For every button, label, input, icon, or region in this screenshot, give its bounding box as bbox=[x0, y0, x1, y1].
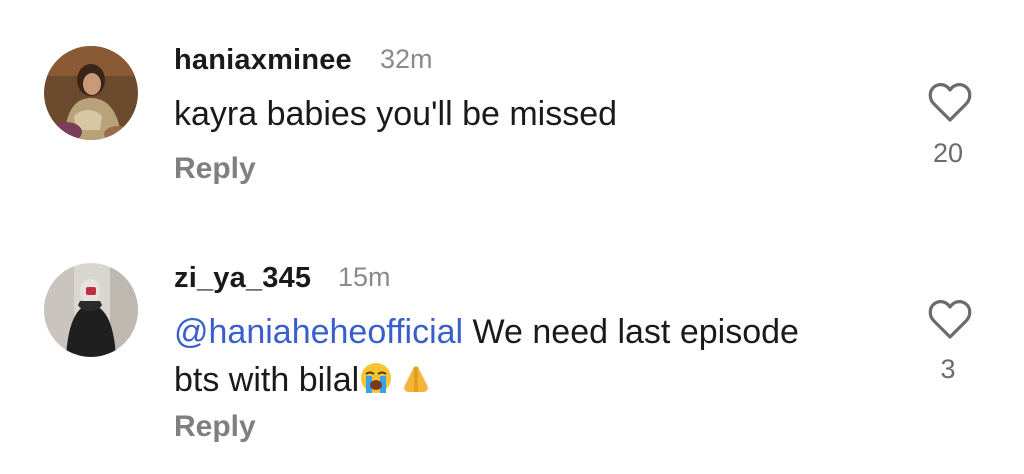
comment-text-body: kayra babies you'll be missed bbox=[174, 95, 618, 133]
like-count: 3 bbox=[940, 354, 956, 384]
timestamp: 32m bbox=[380, 44, 433, 74]
avatar[interactable] bbox=[44, 46, 138, 140]
loudly-crying-face-icon bbox=[359, 360, 393, 408]
like-button[interactable] bbox=[928, 82, 972, 124]
comment-item: haniaxminee 32m kayra babies you'll be m… bbox=[0, 0, 1024, 220]
like-count: 20 bbox=[932, 138, 964, 168]
comment-text-line2: bts with bilal bbox=[174, 361, 360, 399]
mention-link[interactable]: @haniaheheofficial bbox=[174, 313, 463, 351]
comment-text: kayra babies you'll be missed bbox=[174, 90, 874, 138]
like-button[interactable] bbox=[928, 299, 972, 341]
avatar-image bbox=[44, 263, 138, 357]
reply-button[interactable]: Reply bbox=[174, 152, 256, 186]
heart-icon bbox=[928, 300, 972, 339]
username[interactable]: zi_ya_345 bbox=[174, 262, 311, 295]
avatar-image bbox=[44, 46, 138, 140]
avatar[interactable] bbox=[44, 263, 138, 357]
heart-icon bbox=[928, 83, 972, 122]
folded-hands-icon bbox=[399, 360, 433, 408]
timestamp: 15m bbox=[338, 262, 391, 292]
username[interactable]: haniaxminee bbox=[174, 44, 352, 77]
comment-text-line1: We need last episode bbox=[463, 313, 799, 351]
comment-item: zi_ya_345 15m @haniaheheofficial We need… bbox=[0, 220, 1024, 474]
reply-button[interactable]: Reply bbox=[174, 410, 256, 444]
comment-text: @haniaheheofficial We need last episode … bbox=[174, 308, 874, 408]
